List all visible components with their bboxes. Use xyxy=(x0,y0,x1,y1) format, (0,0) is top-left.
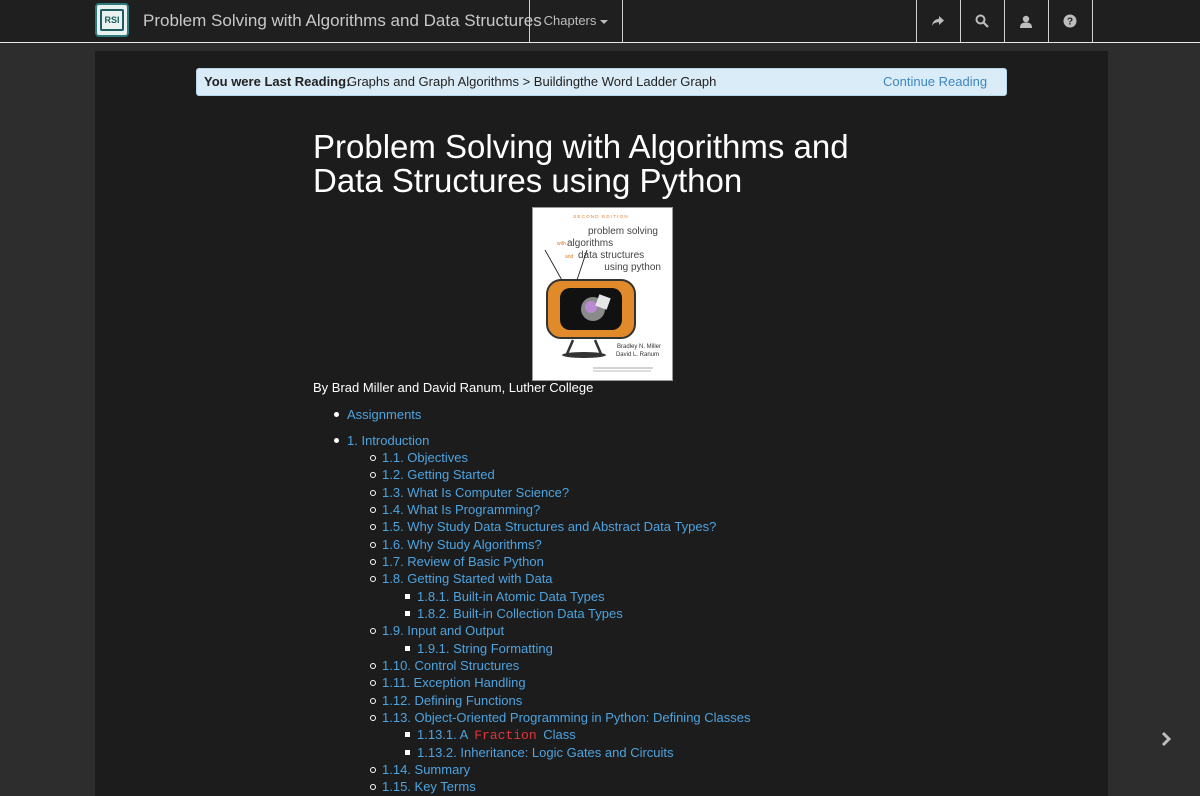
book-cover-image: SECOND EDITION problem solving with algo… xyxy=(532,207,673,381)
chevron-right-icon xyxy=(1161,731,1172,747)
last-reading-label: You were Last Reading: xyxy=(204,74,351,89)
author-byline: By Brad Miller and David Ranum, Luther C… xyxy=(313,380,594,395)
continue-reading-link[interactable]: Continue Reading xyxy=(883,69,987,95)
toc-item-assignments[interactable]: Assignments xyxy=(334,407,421,422)
toc-subitem[interactable]: 1.9.1. String Formatting xyxy=(405,641,553,656)
share-button[interactable] xyxy=(916,0,960,42)
help-icon: ? xyxy=(1063,14,1077,28)
nav-divider xyxy=(1092,0,1093,42)
book-cover-art: SECOND EDITION problem solving with algo… xyxy=(533,208,672,380)
svg-text:Bradley N. Miller: Bradley N. Miller xyxy=(617,344,661,350)
toc-subitem[interactable]: 1.8.1. Built-in Atomic Data Types xyxy=(405,589,605,604)
toc-item[interactable]: 1.8. Getting Started with Data xyxy=(370,571,553,586)
chapters-dropdown[interactable]: Chapters xyxy=(530,0,622,42)
user-icon xyxy=(1020,15,1032,28)
next-page-button[interactable] xyxy=(1160,731,1172,752)
share-icon xyxy=(932,16,944,26)
last-reading-path: Graphs and Graph Algorithms > Buildingth… xyxy=(347,74,717,89)
toc-item[interactable]: 1.9. Input and Output xyxy=(370,623,504,638)
svg-text:problem solving: problem solving xyxy=(588,226,658,237)
logo-text: RSI xyxy=(100,9,124,31)
svg-text:data structures: data structures xyxy=(578,250,644,261)
toc-subitem[interactable]: 1.13.2. Inheritance: Logic Gates and Cir… xyxy=(405,745,674,760)
toc-item[interactable]: 1.10. Control Structures xyxy=(370,658,519,673)
toc-item-introduction[interactable]: 1. Introduction xyxy=(334,433,429,448)
toc-item[interactable]: 1.12. Defining Functions xyxy=(370,693,522,708)
svg-text:with: with xyxy=(557,241,566,247)
toc-item[interactable]: 1.5. Why Study Data Structures and Abstr… xyxy=(370,519,716,534)
svg-text:David L. Ranum: David L. Ranum xyxy=(616,352,659,358)
svg-text:SECOND EDITION: SECOND EDITION xyxy=(573,214,629,219)
toc-item[interactable]: 1.11. Exception Handling xyxy=(370,675,526,690)
toc-item[interactable]: 1.6. Why Study Algorithms? xyxy=(370,537,542,552)
chapters-label: Chapters xyxy=(543,13,597,28)
search-icon xyxy=(975,14,989,28)
last-reading-banner: You were Last Reading: Graphs and Graph … xyxy=(196,68,1007,96)
help-button[interactable]: ? xyxy=(1048,0,1092,42)
toc-item[interactable]: 1.13. Object-Oriented Programming in Pyt… xyxy=(370,710,751,725)
nav-divider xyxy=(622,0,623,42)
toc-item[interactable]: 1.15. Key Terms xyxy=(370,779,476,794)
user-button[interactable] xyxy=(1004,0,1048,42)
toc-subitem[interactable]: 1.13.1. A Fraction Class xyxy=(405,727,576,743)
toc-item[interactable]: 1.14. Summary xyxy=(370,762,470,777)
svg-text:and: and xyxy=(565,254,574,260)
fraction-code: Fraction xyxy=(471,728,540,743)
toc-subitem[interactable]: 1.8.2. Built-in Collection Data Types xyxy=(405,606,623,621)
toc-item[interactable]: 1.7. Review of Basic Python xyxy=(370,554,544,569)
svg-text:using python: using python xyxy=(604,262,661,273)
top-navbar: RSI Problem Solving with Algorithms and … xyxy=(0,0,1200,43)
svg-text:?: ? xyxy=(1067,17,1073,28)
toc-item[interactable]: 1.2. Getting Started xyxy=(370,467,495,482)
search-button[interactable] xyxy=(960,0,1004,42)
page-title: Problem Solving with Algorithms and Data… xyxy=(313,128,849,199)
svg-text:algorithms: algorithms xyxy=(567,238,613,249)
book-title-link[interactable]: Problem Solving with Algorithms and Data… xyxy=(143,0,542,42)
chevron-down-icon xyxy=(600,19,609,24)
toc-item[interactable]: 1.3. What Is Computer Science? xyxy=(370,485,569,500)
toc-item[interactable]: 1.1. Objectives xyxy=(370,450,468,465)
site-logo[interactable]: RSI xyxy=(95,3,129,37)
toc-item[interactable]: 1.4. What Is Programming? xyxy=(370,502,540,517)
